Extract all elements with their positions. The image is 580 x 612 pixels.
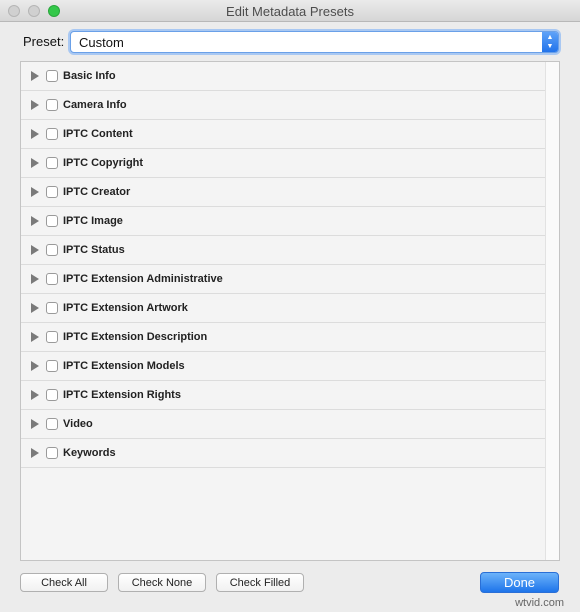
panel-row[interactable]: IPTC Extension Rights <box>21 381 545 410</box>
panel-checkbox[interactable] <box>46 70 58 82</box>
preset-selected-value: Custom <box>79 35 124 50</box>
disclosure-triangle-icon[interactable] <box>31 390 39 400</box>
panel-checkbox[interactable] <box>46 418 58 430</box>
panel-checkbox[interactable] <box>46 215 58 227</box>
disclosure-triangle-icon[interactable] <box>31 245 39 255</box>
panel-checkbox[interactable] <box>46 157 58 169</box>
title-bar: Edit Metadata Presets <box>0 0 580 22</box>
up-down-chevron-icon: ▲ ▼ <box>542 32 558 52</box>
preset-dropdown[interactable]: Custom ▲ ▼ <box>70 31 559 53</box>
disclosure-triangle-icon[interactable] <box>31 129 39 139</box>
panel-row[interactable]: IPTC Copyright <box>21 149 545 178</box>
check-all-button[interactable]: Check All <box>20 573 108 592</box>
disclosure-triangle-icon[interactable] <box>31 274 39 284</box>
panel-row[interactable]: Keywords <box>21 439 545 468</box>
panel-checkbox[interactable] <box>46 389 58 401</box>
disclosure-triangle-icon[interactable] <box>31 419 39 429</box>
disclosure-triangle-icon[interactable] <box>31 361 39 371</box>
panel-row[interactable]: Basic Info <box>21 62 545 91</box>
watermark: wtvid.com <box>515 597 564 609</box>
panel-label: IPTC Extension Description <box>63 331 208 343</box>
check-none-button[interactable]: Check None <box>118 573 206 592</box>
disclosure-triangle-icon[interactable] <box>31 187 39 197</box>
panel-row[interactable]: Camera Info <box>21 91 545 120</box>
disclosure-triangle-icon[interactable] <box>31 448 39 458</box>
panel-row[interactable]: IPTC Status <box>21 236 545 265</box>
panel-label: IPTC Extension Rights <box>63 389 181 401</box>
disclosure-triangle-icon[interactable] <box>31 71 39 81</box>
panel-label: Video <box>63 418 93 430</box>
window-title: Edit Metadata Presets <box>226 4 354 19</box>
done-button[interactable]: Done <box>480 572 559 593</box>
metadata-panel-list: Basic Info Camera Info IPTC Content IPTC Co… <box>20 61 560 561</box>
panel-row[interactable]: IPTC Image <box>21 207 545 236</box>
panel-checkbox[interactable] <box>46 360 58 372</box>
panel-checkbox[interactable] <box>46 331 58 343</box>
panel-label: Camera Info <box>63 99 127 111</box>
disclosure-triangle-icon[interactable] <box>31 158 39 168</box>
panel-checkbox[interactable] <box>46 99 58 111</box>
edit-metadata-presets-dialog: Edit Metadata Presets Preset: Custom ▲ ▼ … <box>0 0 580 612</box>
panel-label: IPTC Image <box>63 215 123 227</box>
panel-row[interactable]: IPTC Creator <box>21 178 545 207</box>
panel-label: IPTC Status <box>63 244 125 256</box>
panel-row[interactable]: IPTC Extension Models <box>21 352 545 381</box>
panel-label: IPTC Extension Artwork <box>63 302 188 314</box>
panel-label: Basic Info <box>63 70 116 82</box>
panel-label: IPTC Copyright <box>63 157 144 169</box>
disclosure-triangle-icon[interactable] <box>31 216 39 226</box>
preset-label: Preset: <box>23 34 65 49</box>
panel-label: IPTC Content <box>63 128 133 140</box>
panel-row[interactable]: IPTC Extension Administrative <box>21 265 545 294</box>
vertical-scrollbar[interactable] <box>545 62 559 560</box>
disclosure-triangle-icon[interactable] <box>31 100 39 110</box>
panel-row[interactable]: IPTC Extension Artwork <box>21 294 545 323</box>
panel-row[interactable]: IPTC Content <box>21 120 545 149</box>
disclosure-triangle-icon[interactable] <box>31 332 39 342</box>
panel-label: Keywords <box>63 447 116 459</box>
panel-row[interactable]: Video <box>21 410 545 439</box>
panel-checkbox[interactable] <box>46 302 58 314</box>
panel-row[interactable]: IPTC Extension Description <box>21 323 545 352</box>
panel-checkbox[interactable] <box>46 186 58 198</box>
panel-checkbox[interactable] <box>46 273 58 285</box>
panel-label: IPTC Extension Administrative <box>63 273 223 285</box>
panel-checkbox[interactable] <box>46 128 58 140</box>
panel-checkbox[interactable] <box>46 244 58 256</box>
check-filled-button[interactable]: Check Filled <box>216 573 304 592</box>
panel-checkbox[interactable] <box>46 447 58 459</box>
panel-label: IPTC Creator <box>63 186 131 198</box>
disclosure-triangle-icon[interactable] <box>31 303 39 313</box>
panel-label: IPTC Extension Models <box>63 360 185 372</box>
